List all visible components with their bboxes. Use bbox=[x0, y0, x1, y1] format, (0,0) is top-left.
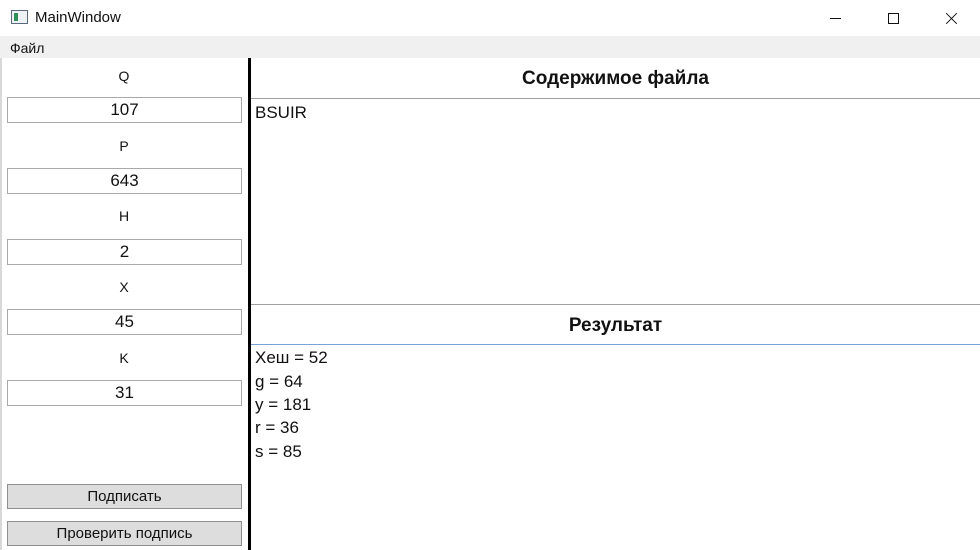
k-input[interactable]: 31 bbox=[7, 380, 242, 406]
q-input[interactable]: 107 bbox=[7, 97, 242, 123]
x-label: X bbox=[119, 279, 129, 295]
p-label: P bbox=[119, 138, 129, 154]
result-title-divider bbox=[251, 344, 980, 345]
maximize-button[interactable] bbox=[864, 0, 922, 36]
verify-signature-button[interactable]: Проверить подпись bbox=[7, 521, 242, 546]
minimize-button[interactable] bbox=[806, 0, 864, 36]
h-input[interactable]: 2 bbox=[7, 239, 242, 265]
p-input[interactable]: 643 bbox=[7, 168, 242, 194]
left-edge bbox=[0, 58, 2, 550]
window-title: MainWindow bbox=[35, 9, 121, 26]
close-icon bbox=[945, 12, 958, 25]
close-button[interactable] bbox=[922, 0, 980, 36]
result-line: s = 85 bbox=[255, 442, 302, 461]
file-title-divider bbox=[251, 98, 980, 99]
minimize-icon bbox=[829, 17, 841, 19]
result-line: Хеш = 52 bbox=[255, 348, 328, 367]
h-label: H bbox=[118, 208, 130, 224]
parameters-panel bbox=[0, 58, 248, 550]
menu-file[interactable]: Файл bbox=[10, 40, 44, 56]
file-content-title: Содержимое файла bbox=[522, 68, 709, 89]
result-line: r = 36 bbox=[255, 418, 299, 437]
title-bar: MainWindow bbox=[0, 0, 980, 36]
section-divider bbox=[251, 304, 980, 305]
result-title: Результат bbox=[568, 315, 663, 336]
menu-bar: Файл bbox=[0, 36, 980, 58]
q-label: Q bbox=[118, 68, 130, 84]
result-line: g = 64 bbox=[255, 372, 303, 391]
result-line: y = 181 bbox=[255, 395, 312, 414]
k-label: K bbox=[119, 350, 129, 366]
file-content-text[interactable]: BSUIR bbox=[255, 101, 307, 124]
app-window-icon bbox=[11, 10, 28, 24]
maximize-icon bbox=[887, 12, 899, 24]
sign-button[interactable]: Подписать bbox=[7, 484, 242, 509]
x-input[interactable]: 45 bbox=[7, 309, 242, 335]
